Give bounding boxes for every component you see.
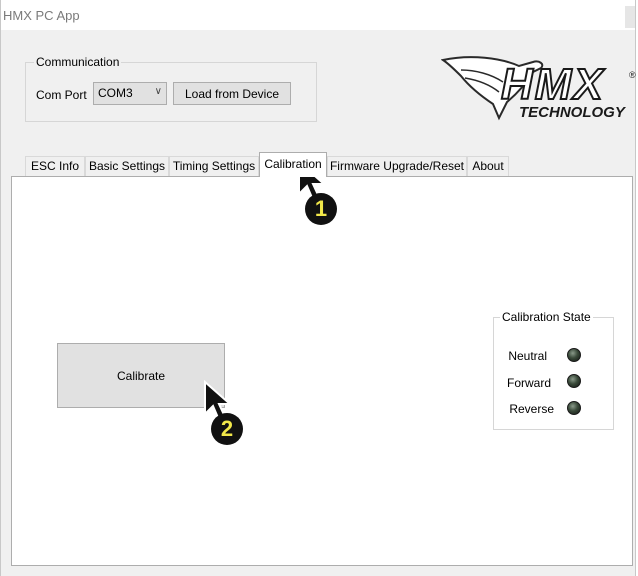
load-from-device-button[interactable]: Load from Device — [173, 82, 291, 105]
hmx-logo: HMX ® TECHNOLOGY — [440, 48, 637, 128]
logo-technology: TECHNOLOGY — [519, 104, 625, 121]
scrollbar-stub[interactable] — [625, 6, 635, 28]
tab-about[interactable]: About — [467, 156, 509, 176]
tab-label: Basic Settings — [88, 159, 166, 173]
led-indicator-icon — [567, 348, 581, 362]
tab-label: ESC Info — [30, 159, 80, 173]
app-window: HMX PC App Communication Com Port COM3 ∨… — [0, 0, 636, 576]
state-reverse-label: Reverse — [509, 402, 554, 416]
tab-firmware-upgrade-reset[interactable]: Firmware Upgrade/Reset — [327, 156, 467, 176]
tab-label: About — [472, 159, 504, 173]
step-1-badge: 1 — [305, 193, 337, 225]
tab-calibration[interactable]: Calibration — [259, 152, 327, 177]
tab-timing-settings[interactable]: Timing Settings — [169, 156, 259, 176]
load-from-device-label: Load from Device — [184, 86, 280, 101]
step-1-number: 1 — [314, 196, 328, 221]
communication-group-label: Communication — [34, 55, 122, 69]
step-2-badge: 2 — [211, 413, 243, 445]
window-title: HMX PC App — [3, 8, 80, 23]
tab-esc-info[interactable]: ESC Info — [25, 156, 85, 176]
led-indicator-icon — [567, 374, 581, 388]
tab-label: Timing Settings — [172, 159, 256, 173]
calibrate-button[interactable]: Calibrate — [57, 343, 225, 408]
tab-label: Firmware Upgrade/Reset — [329, 159, 465, 173]
state-forward-label: Forward — [506, 376, 551, 390]
com-port-value: COM3 — [98, 86, 133, 100]
com-port-select[interactable]: COM3 ∨ — [93, 82, 167, 105]
step-2-number: 2 — [220, 416, 234, 441]
state-neutral-label: Neutral — [508, 349, 547, 363]
logo-brand: HMX — [500, 59, 605, 110]
title-bar: HMX PC App — [1, 0, 635, 30]
tab-label: Calibration — [264, 157, 322, 171]
chevron-down-icon: ∨ — [154, 86, 162, 97]
calibration-state-label: Calibration State — [500, 310, 593, 324]
led-indicator-icon — [567, 401, 581, 415]
logo-registered: ® — [629, 70, 636, 80]
calibrate-label: Calibrate — [116, 368, 166, 383]
com-port-label: Com Port — [36, 88, 87, 102]
tab-basic-settings[interactable]: Basic Settings — [85, 156, 169, 176]
